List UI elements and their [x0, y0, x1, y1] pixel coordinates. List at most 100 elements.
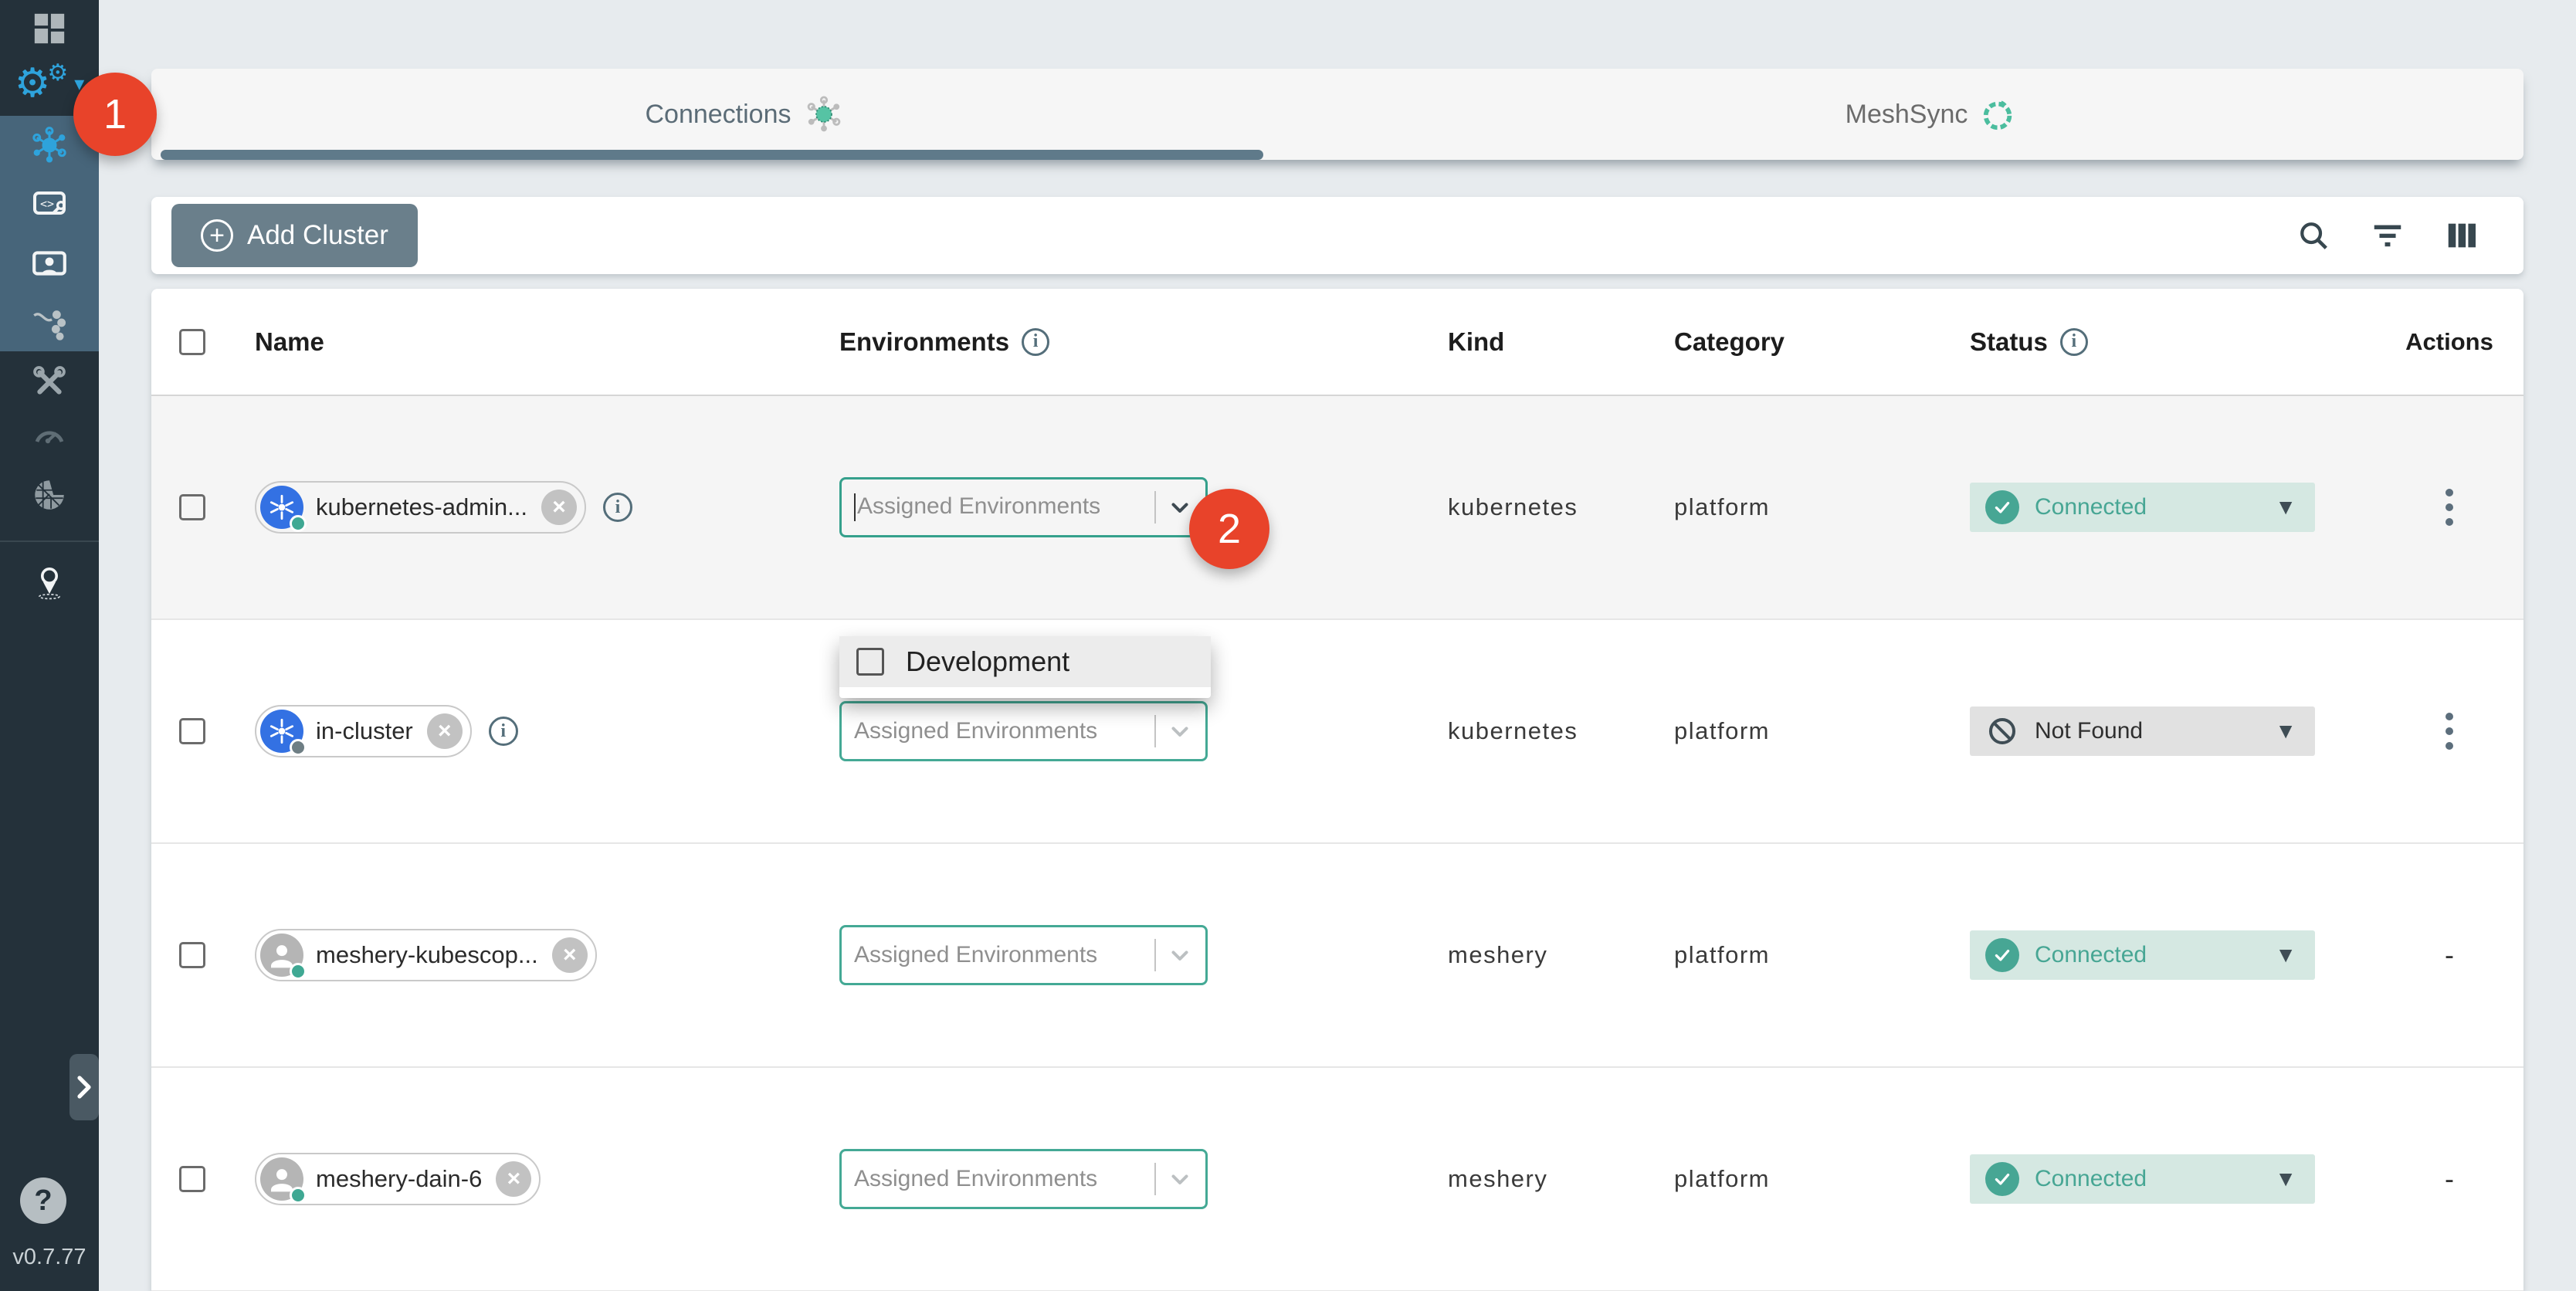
- view-columns-button[interactable]: [2443, 217, 2480, 254]
- tab-connections[interactable]: Connections: [151, 69, 1337, 160]
- chevron-right-icon: [74, 1075, 94, 1100]
- status-caret-icon: ▼: [2275, 495, 2296, 520]
- search-icon: [2296, 218, 2331, 253]
- sidebar-item-dashboard[interactable]: [0, 9, 99, 48]
- environments-placeholder: Assigned Environments: [854, 1166, 1154, 1192]
- category-cell: platform: [1674, 1165, 1970, 1193]
- dashboard-grid-icon: [32, 11, 67, 46]
- header-status[interactable]: Status: [1970, 327, 2048, 357]
- meshery-app-window: ⚙ ⚙ ▾ <>: [0, 0, 2576, 1291]
- sidebar-item-extensions[interactable]: [0, 475, 99, 515]
- remove-connection-icon[interactable]: ×: [552, 937, 588, 973]
- header-name[interactable]: Name: [255, 327, 839, 357]
- gauge-icon: [31, 417, 68, 454]
- gear-small-icon: ⚙: [47, 62, 68, 85]
- tab-connections-label: Connections: [645, 100, 791, 130]
- kind-cell: kubernetes: [1448, 717, 1674, 745]
- connections-mesh-icon: [804, 94, 844, 134]
- sidebar-expand-button[interactable]: [69, 1054, 99, 1120]
- row-checkbox[interactable]: [179, 494, 205, 520]
- select-divider: [1154, 491, 1156, 524]
- environments-select[interactable]: Assigned Environments: [839, 477, 1208, 537]
- connected-check-icon: [1985, 938, 2019, 972]
- connections-table: Name Environments i Kind Category Status…: [151, 289, 2523, 1291]
- status-select[interactable]: Connected ▼: [1970, 930, 2315, 980]
- sidebar-item-filters[interactable]: [0, 304, 99, 343]
- row-checkbox[interactable]: [179, 1166, 205, 1192]
- chevron-down-icon[interactable]: [1167, 494, 1193, 520]
- sidebar-item-performance[interactable]: [0, 417, 99, 454]
- row-checkbox[interactable]: [179, 718, 205, 744]
- table-row: kubernetes-admin... × i Assigned Environ…: [151, 396, 2523, 620]
- connection-info-icon[interactable]: i: [603, 493, 632, 522]
- sidebar-item-toolkit[interactable]: [0, 363, 99, 402]
- actions-empty-dash: -: [2445, 939, 2454, 971]
- remove-connection-icon[interactable]: ×: [496, 1161, 531, 1197]
- header-category[interactable]: Category: [1674, 327, 1970, 357]
- dropdown-option-development[interactable]: Development: [839, 636, 1211, 687]
- connection-name-label: meshery-kubescop...: [316, 941, 538, 969]
- meshsync-spinner-icon: [1980, 97, 2015, 132]
- row-actions-menu-button[interactable]: [2441, 708, 2458, 754]
- chevron-down-icon[interactable]: [1167, 718, 1193, 744]
- environments-select[interactable]: Assigned Environments: [839, 701, 1208, 761]
- kind-cell: meshery: [1448, 1165, 1674, 1193]
- status-label: Connected: [2035, 1166, 2147, 1192]
- environments-dropdown-menu: Development: [839, 636, 1211, 698]
- add-cluster-button[interactable]: + Add Cluster: [171, 204, 418, 267]
- sidebar-divider: [0, 540, 99, 542]
- tab-meshsync-label: MeshSync: [1846, 100, 1968, 130]
- question-mark-icon: ?: [34, 1184, 52, 1218]
- row-checkbox[interactable]: [179, 942, 205, 968]
- header-environments[interactable]: Environments: [839, 327, 1009, 357]
- environments-info-icon[interactable]: i: [1022, 328, 1049, 356]
- faceted-sphere-icon: [30, 476, 69, 514]
- environments-select[interactable]: Assigned Environments: [839, 1149, 1208, 1209]
- table-row: meshery-kubescop... × Assigned Environme…: [151, 844, 2523, 1068]
- header-actions: Actions: [2375, 328, 2523, 356]
- connection-name-chip[interactable]: kubernetes-admin... ×: [255, 481, 586, 534]
- select-all-checkbox[interactable]: [179, 329, 205, 355]
- row-actions-menu-button[interactable]: [2441, 484, 2458, 530]
- code-window-wrench-icon: <>: [31, 186, 68, 223]
- option-checkbox[interactable]: [856, 648, 884, 676]
- tab-meshsync[interactable]: MeshSync: [1337, 69, 2523, 160]
- actions-empty-dash: -: [2445, 1163, 2454, 1195]
- remove-connection-icon[interactable]: ×: [541, 490, 577, 525]
- table-row: meshery-dain-6 × Assigned Environments m…: [151, 1068, 2523, 1291]
- filter-button[interactable]: [2369, 217, 2406, 254]
- kind-cell: kubernetes: [1448, 493, 1674, 521]
- remove-connection-icon[interactable]: ×: [427, 713, 463, 749]
- chevron-down-icon[interactable]: [1167, 1166, 1193, 1192]
- annotation-badge-2: 2: [1189, 489, 1269, 569]
- sidebar-item-designs[interactable]: [0, 245, 99, 283]
- annotation-badge-1: 1: [73, 73, 157, 156]
- gear-icon: ⚙: [15, 63, 51, 103]
- connection-name-chip[interactable]: meshery-kubescop... ×: [255, 929, 597, 981]
- kubernetes-avatar: [260, 486, 303, 529]
- kind-cell: meshery: [1448, 941, 1674, 969]
- text-cursor: [854, 493, 856, 521]
- status-select[interactable]: Not Found ▼: [1970, 706, 2315, 756]
- connection-name-chip[interactable]: meshery-dain-6 ×: [255, 1153, 541, 1205]
- option-label: Development: [906, 646, 1069, 678]
- search-button[interactable]: [2295, 217, 2332, 254]
- chevron-down-icon[interactable]: [1167, 942, 1193, 968]
- table-row: in-cluster × i Assigned Environments kub…: [151, 620, 2523, 844]
- category-cell: platform: [1674, 717, 1970, 745]
- status-select[interactable]: Connected ▼: [1970, 483, 2315, 532]
- environments-select[interactable]: Assigned Environments: [839, 925, 1208, 985]
- sidebar-item-configuration[interactable]: <>: [0, 185, 99, 224]
- category-cell: platform: [1674, 493, 1970, 521]
- header-kind[interactable]: Kind: [1448, 327, 1674, 357]
- sidebar-item-environment-location[interactable]: [0, 562, 99, 604]
- status-info-icon[interactable]: i: [2060, 328, 2088, 356]
- help-button[interactable]: ?: [20, 1177, 66, 1224]
- location-pin-icon: [31, 564, 68, 601]
- connection-info-icon[interactable]: i: [489, 717, 518, 746]
- connection-name-chip[interactable]: in-cluster ×: [255, 705, 472, 757]
- status-select[interactable]: Connected ▼: [1970, 1154, 2315, 1204]
- connected-check-icon: [1985, 490, 2019, 524]
- tabs-bar: Connections MeshSync: [151, 69, 2523, 160]
- status-label: Connected: [2035, 942, 2147, 968]
